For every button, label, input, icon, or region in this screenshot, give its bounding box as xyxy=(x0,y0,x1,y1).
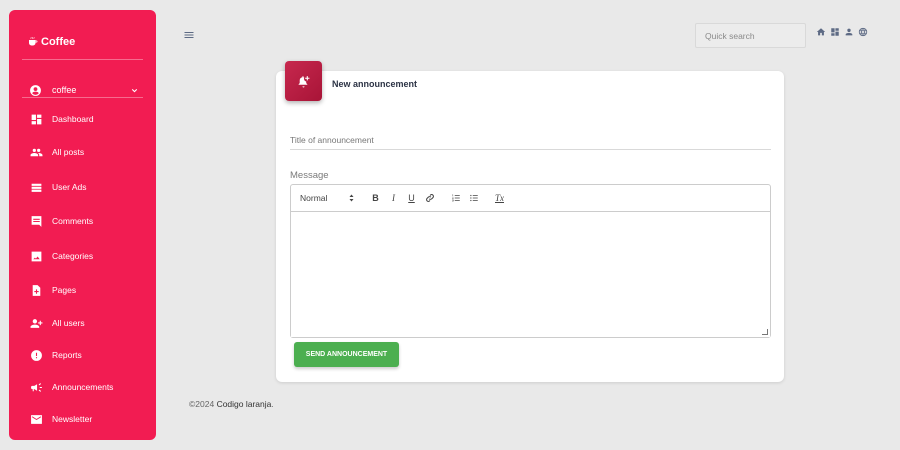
bullet-list-icon xyxy=(469,194,478,202)
sidebar-item-comments[interactable]: Comments xyxy=(29,213,93,229)
home-icon[interactable] xyxy=(816,27,826,37)
format-select-value: Normal xyxy=(300,193,328,203)
person-icon[interactable] xyxy=(844,27,854,37)
sidebar-item-label: Dashboard xyxy=(52,114,94,124)
link-icon xyxy=(425,194,434,202)
send-announcement-button[interactable]: SEND ANNOUNCEMENT xyxy=(294,342,399,367)
resize-handle-icon[interactable] xyxy=(762,329,768,335)
brand-logo[interactable]: Coffee xyxy=(27,36,75,48)
sidebar-item-label: All users xyxy=(52,318,85,328)
underline-button[interactable]: U xyxy=(404,191,419,206)
announcement-title-input[interactable] xyxy=(290,130,771,150)
sidebar-divider xyxy=(22,59,143,60)
sidebar-item-dashboard[interactable]: Dashboard xyxy=(29,111,94,127)
dashboard-icon xyxy=(29,112,43,126)
bold-button[interactable]: B xyxy=(368,191,383,206)
sidebar-item-reports[interactable]: Reports xyxy=(29,347,82,363)
message-editor: Normal B I U Tx xyxy=(290,184,771,338)
account-circle-icon xyxy=(30,84,41,96)
sidebar-item-label: All posts xyxy=(52,147,85,157)
bullet-list-button[interactable] xyxy=(466,191,481,206)
select-arrows-icon xyxy=(349,194,354,202)
sidebar-item-all-users[interactable]: All users xyxy=(29,315,85,331)
sidebar-item-label: Newsletter xyxy=(52,414,93,424)
brand-name: Coffee xyxy=(41,36,76,48)
image-icon xyxy=(29,249,43,263)
sidebar-item-label: Reports xyxy=(52,350,82,360)
message-textarea[interactable] xyxy=(291,212,770,337)
sidebar: Coffee coffee Dashboard All posts User A… xyxy=(9,10,156,440)
sidebar-item-label: User Ads xyxy=(52,182,87,192)
dashboard-icon[interactable] xyxy=(830,27,840,37)
message-label: Message xyxy=(290,170,329,181)
list-icon xyxy=(29,180,43,194)
topbar-icons xyxy=(816,27,868,37)
sidebar-item-label: Pages xyxy=(52,285,77,295)
italic-button[interactable]: I xyxy=(386,191,401,206)
ordered-list-button[interactable] xyxy=(448,191,463,206)
clear-format-button[interactable]: Tx xyxy=(492,191,507,206)
clear-format-label: Tx xyxy=(495,193,504,203)
footer-suffix: . xyxy=(271,399,274,409)
person-add-icon xyxy=(29,316,43,330)
footer: ©2024 Codigo laranja. xyxy=(189,399,274,409)
format-select[interactable]: Normal xyxy=(300,193,354,203)
search-input[interactable] xyxy=(695,23,806,48)
sidebar-user-menu[interactable]: coffee xyxy=(29,82,139,98)
alert-icon xyxy=(29,348,43,362)
document-add-icon xyxy=(29,283,43,297)
coffee-icon xyxy=(29,36,38,46)
editor-toolbar: Normal B I U Tx xyxy=(291,185,770,212)
sidebar-user-name: coffee xyxy=(52,85,77,95)
sidebar-item-newsletter[interactable]: Newsletter xyxy=(29,411,92,427)
sidebar-item-all-posts[interactable]: All posts xyxy=(29,144,84,160)
comment-icon xyxy=(29,214,43,228)
card-header-icon xyxy=(285,61,322,101)
link-button[interactable] xyxy=(422,191,437,206)
menu-icon[interactable] xyxy=(183,29,195,41)
sidebar-item-label: Categories xyxy=(52,251,94,261)
card-title: New announcement xyxy=(332,79,418,89)
sidebar-item-categories[interactable]: Categories xyxy=(29,248,93,264)
megaphone-icon xyxy=(29,380,43,394)
sidebar-item-user-ads[interactable]: User Ads xyxy=(29,179,87,195)
globe-icon[interactable] xyxy=(858,27,868,37)
sidebar-item-label: Announcements xyxy=(52,382,114,392)
mail-icon xyxy=(29,412,43,426)
sidebar-divider xyxy=(22,97,143,98)
sidebar-item-announcements[interactable]: Announcements xyxy=(29,379,113,395)
people-icon xyxy=(29,145,43,159)
ordered-list-icon xyxy=(451,194,460,202)
footer-copyright: ©2024 xyxy=(189,399,215,409)
notification-add-icon xyxy=(298,75,310,87)
sidebar-item-pages[interactable]: Pages xyxy=(29,282,76,298)
sidebar-item-label: Comments xyxy=(52,216,94,226)
chevron-down-icon xyxy=(131,88,138,92)
footer-brand-link[interactable]: Codigo laranja xyxy=(217,399,272,409)
